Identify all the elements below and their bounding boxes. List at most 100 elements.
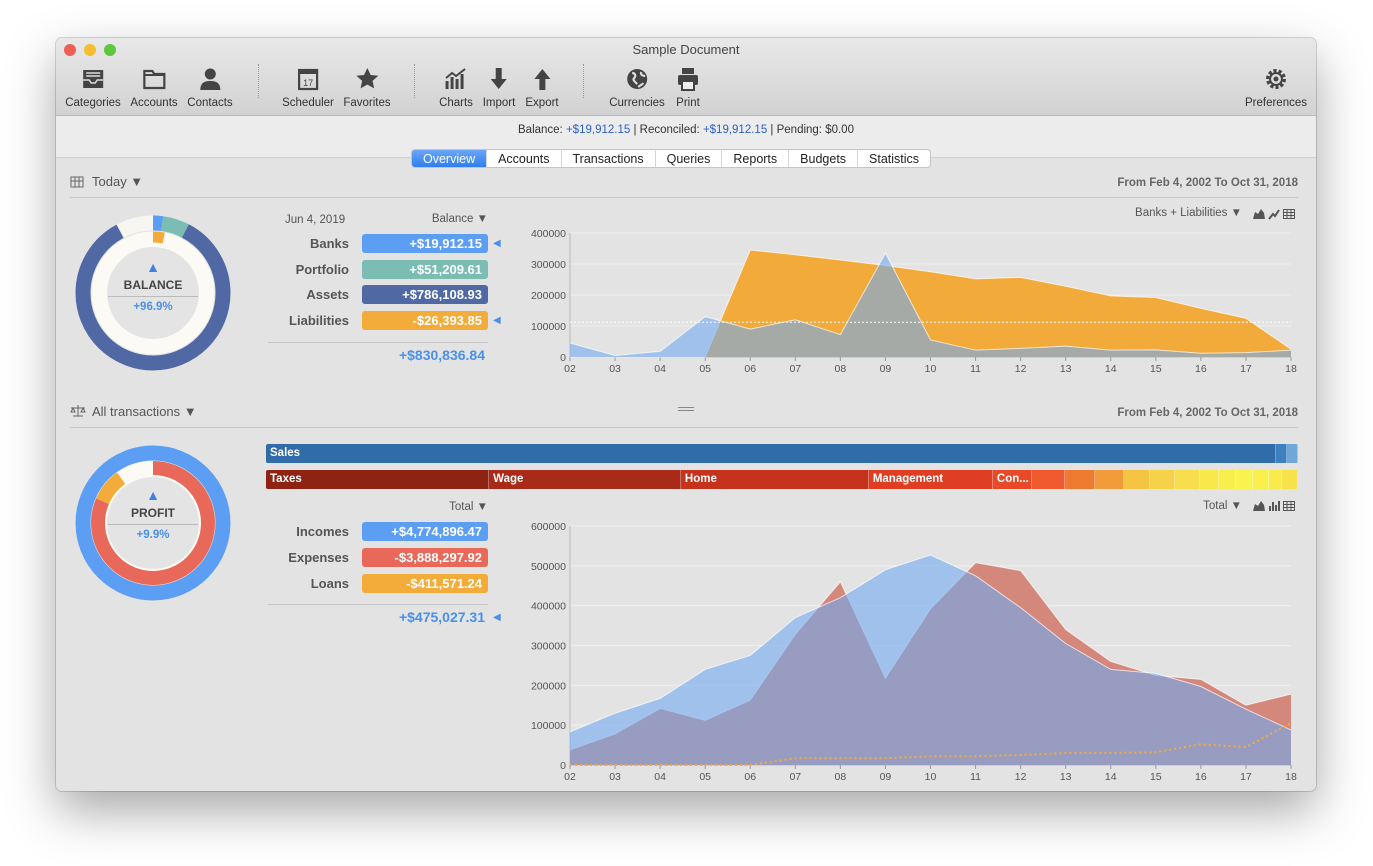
toolbar-label: Import xyxy=(482,97,516,109)
balance-mode-selector[interactable]: Balance ▼ xyxy=(388,213,488,225)
transactions-mode-selector[interactable]: Total ▼ xyxy=(388,501,488,513)
category-segment[interactable] xyxy=(1236,470,1253,489)
toolbar-favorites-button[interactable]: Favorites xyxy=(343,66,391,109)
toolbar-label: Export xyxy=(525,97,559,109)
x-tick-label: 10 xyxy=(925,363,937,375)
x-tick-label: 03 xyxy=(609,363,621,375)
toolbar-label: Preferences xyxy=(1244,97,1308,109)
x-tick-label: 09 xyxy=(880,771,892,780)
line-chart-icon[interactable] xyxy=(1268,208,1280,220)
toolbar-import-button[interactable]: Import xyxy=(482,66,516,109)
toolbar-export-button[interactable]: Export xyxy=(525,66,559,109)
category-segment[interactable] xyxy=(1175,470,1201,489)
row-label: Incomes xyxy=(296,524,349,539)
transactions-filter-selector[interactable]: All transactions ▼ xyxy=(92,404,197,419)
tab-statistics[interactable]: Statistics xyxy=(858,150,930,167)
profit-total: +$475,027.31 xyxy=(398,609,485,625)
y-tick-label: 200000 xyxy=(531,290,566,302)
toolbar-charts-button[interactable]: Charts xyxy=(439,66,473,109)
y-tick-label: 100000 xyxy=(531,720,566,732)
area-chart-icon[interactable] xyxy=(1253,208,1265,220)
x-tick-label: 16 xyxy=(1195,771,1207,780)
x-tick-label: 14 xyxy=(1105,771,1117,780)
toolbar-print-button[interactable]: Print xyxy=(675,66,701,109)
liabilities-value[interactable]: -$26,393.85 xyxy=(362,310,488,330)
category-segment[interactable] xyxy=(1252,470,1269,489)
row-label: Liabilities xyxy=(289,312,349,328)
incomes-value[interactable]: +$4,774,896.47 xyxy=(362,522,488,541)
category-segment[interactable]: Wage xyxy=(489,470,681,489)
category-segment[interactable]: Home xyxy=(680,470,869,489)
x-tick-label: 08 xyxy=(835,363,847,375)
category-segment[interactable] xyxy=(1286,444,1298,463)
banks-value[interactable]: +$19,912.15 xyxy=(362,234,488,253)
chart-selector[interactable]: Total ▼ xyxy=(1090,500,1242,512)
category-segment[interactable] xyxy=(1268,470,1282,489)
area-chart-icon[interactable] xyxy=(1253,500,1265,512)
tab-accounts[interactable]: Accounts xyxy=(487,150,562,167)
category-segment[interactable] xyxy=(1032,470,1065,489)
category-segment[interactable] xyxy=(1275,444,1287,463)
category-segment[interactable]: Management xyxy=(868,470,993,489)
toolbar-preferences-button[interactable]: Preferences xyxy=(1245,66,1307,109)
x-tick-label: 06 xyxy=(744,363,756,375)
x-tick-label: 12 xyxy=(1015,771,1027,780)
toolbar-currencies-button[interactable]: Currencies xyxy=(609,66,665,109)
tab-budgets[interactable]: Budgets xyxy=(789,150,859,167)
folder-icon xyxy=(142,69,166,90)
row-label: Assets xyxy=(306,287,349,302)
up-triangle-icon: ▲ xyxy=(146,487,160,503)
x-tick-label: 05 xyxy=(699,363,711,375)
toolbar-separator xyxy=(414,64,415,98)
category-segment[interactable] xyxy=(1124,470,1151,489)
x-tick-label: 10 xyxy=(925,771,937,780)
category-segment[interactable] xyxy=(1281,470,1298,489)
x-tick-label: 07 xyxy=(789,771,801,780)
reconciled-label: | Reconciled: xyxy=(633,124,700,136)
x-tick-label: 04 xyxy=(654,363,666,375)
divider xyxy=(268,342,488,343)
portfolio-value[interactable]: +$51,209.61 xyxy=(362,259,488,279)
split-resize-handle[interactable] xyxy=(678,407,694,411)
category-segment[interactable] xyxy=(1150,470,1176,489)
toolbar-scheduler-button[interactable]: 17 Scheduler xyxy=(282,66,334,109)
toolbar-contacts-button[interactable]: Contacts xyxy=(187,66,233,109)
tab-transactions[interactable]: Transactions xyxy=(562,150,656,167)
printer-icon xyxy=(678,68,698,91)
category-segment[interactable] xyxy=(1094,470,1125,489)
category-segment[interactable] xyxy=(1064,470,1095,489)
x-tick-label: 18 xyxy=(1285,771,1297,780)
toolbar-accounts-button[interactable]: Accounts xyxy=(130,66,178,109)
x-tick-label: 07 xyxy=(789,363,801,375)
chart-icon xyxy=(445,68,466,89)
y-tick-label: 300000 xyxy=(531,259,566,271)
category-segment[interactable] xyxy=(1200,470,1219,489)
x-tick-label: 02 xyxy=(564,771,576,780)
loans-value[interactable]: -$411,571.24 xyxy=(362,574,488,593)
assets-value[interactable]: +$786,108.93 xyxy=(362,285,488,304)
toolbar-categories-button[interactable]: Categories xyxy=(65,66,121,109)
table-icon[interactable] xyxy=(1283,208,1295,220)
bar-chart-icon[interactable] xyxy=(1268,500,1280,512)
tab-queries[interactable]: Queries xyxy=(656,150,723,167)
tab-overview[interactable]: Overview xyxy=(412,150,488,167)
y-tick-label: 600000 xyxy=(531,521,566,533)
y-tick-label: 400000 xyxy=(531,228,566,240)
x-tick-label: 17 xyxy=(1240,771,1252,780)
calendar-icon: 17 xyxy=(297,68,319,91)
category-segment[interactable]: Taxes xyxy=(266,470,490,489)
table-icon[interactable] xyxy=(1283,500,1295,512)
balance-label: Balance: xyxy=(518,124,563,136)
status-line: Balance: +$19,912.15 | Reconciled: +$19,… xyxy=(56,124,1316,136)
toolbar-separator xyxy=(258,64,259,98)
date-range: From Feb 4, 2002 To Oct 31, 2018 xyxy=(1117,177,1298,189)
period-selector[interactable]: Today ▼ xyxy=(92,174,143,189)
chart-selector[interactable]: Banks + Liabilities ▼ xyxy=(1090,207,1242,219)
tab-reports[interactable]: Reports xyxy=(722,150,790,167)
category-segment[interactable]: Con... xyxy=(992,470,1033,489)
series-incomes-area[interactable] xyxy=(570,555,1291,765)
toolbar-label: Categories xyxy=(65,97,121,109)
category-segment[interactable]: Sales xyxy=(266,444,1276,463)
expenses-value[interactable]: -$3,888,297.92 xyxy=(362,548,488,567)
category-segment[interactable] xyxy=(1218,470,1237,489)
